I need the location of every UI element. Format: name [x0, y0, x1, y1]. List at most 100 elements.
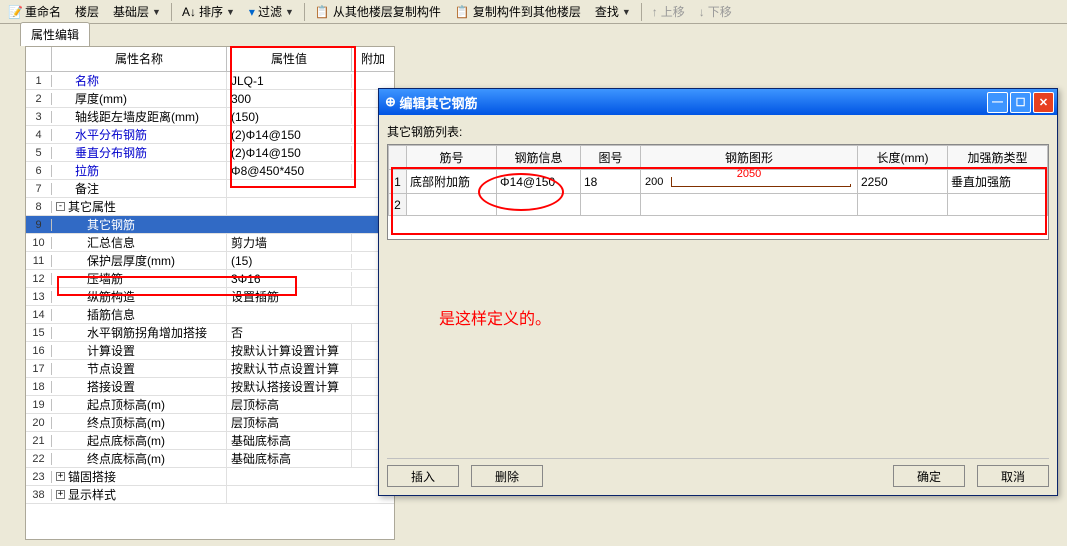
property-value[interactable]: 基础底标高 [227, 432, 352, 449]
filter-button[interactable]: ▾过滤▼ [245, 1, 298, 22]
property-value[interactable]: 否 [227, 324, 352, 341]
ok-button[interactable]: 确定 [893, 465, 965, 487]
property-row-17[interactable]: 17节点设置按默认节点设置计算 [26, 360, 394, 378]
filter-label: 过滤 [258, 3, 282, 20]
expand-icon[interactable]: + [56, 472, 65, 481]
property-value[interactable]: 设置插筋 [227, 288, 352, 305]
property-value[interactable]: 层顶标高 [227, 414, 352, 431]
grid-header-row: 筋号 钢筋信息 图号 钢筋图形 长度(mm) 加强筋类型 [389, 146, 1048, 170]
property-row-21[interactable]: 21起点底标高(m)基础底标高 [26, 432, 394, 450]
delete-button[interactable]: 删除 [471, 465, 543, 487]
tab-property-edit[interactable]: 属性编辑 [20, 22, 90, 46]
grid-row-1[interactable]: 1 底部附加筋 Φ14@150 18 200 2050 2250 垂直加强筋 [389, 170, 1048, 194]
property-row-12[interactable]: 12压墙筋3Φ16 [26, 270, 394, 288]
property-row-9[interactable]: 9其它钢筋 [26, 216, 394, 234]
row-number: 6 [26, 165, 52, 177]
property-row-18[interactable]: 18搭接设置按默认搭接设置计算 [26, 378, 394, 396]
property-value[interactable]: (150) [227, 110, 352, 124]
property-row-14[interactable]: 14插筋信息 [26, 306, 394, 324]
property-name: 压墙筋 [52, 270, 227, 287]
property-row-3[interactable]: 3轴线距左墙皮距离(mm)(150) [26, 108, 394, 126]
property-value[interactable]: JLQ-1 [227, 74, 352, 88]
sort-button[interactable]: A↓排序▼ [178, 1, 239, 22]
sort-icon: A↓ [182, 5, 196, 19]
property-row-38[interactable]: 38+ 显示样式 [26, 486, 394, 504]
property-row-20[interactable]: 20终点顶标高(m)层顶标高 [26, 414, 394, 432]
col-length: 长度(mm) [858, 146, 948, 170]
cancel-button[interactable]: 取消 [977, 465, 1049, 487]
property-row-13[interactable]: 13纵筋构造设置插筋 [26, 288, 394, 306]
property-value[interactable]: 按默认搭接设置计算 [227, 378, 352, 395]
property-row-1[interactable]: 1名称JLQ-1 [26, 72, 394, 90]
row-number: 3 [26, 111, 52, 123]
property-value[interactable]: (15) [227, 254, 352, 268]
property-row-23[interactable]: 23+ 锚固搭接 [26, 468, 394, 486]
grid-row-2[interactable]: 2 [389, 194, 1048, 216]
property-row-15[interactable]: 15水平钢筋拐角增加搭接否 [26, 324, 394, 342]
property-row-4[interactable]: 4水平分布钢筋(2)Φ14@150 [26, 126, 394, 144]
property-value[interactable]: 按默认节点设置计算 [227, 360, 352, 377]
separator [304, 3, 305, 21]
rename-label: 重命名 [25, 3, 61, 20]
property-row-16[interactable]: 16计算设置按默认计算设置计算 [26, 342, 394, 360]
property-row-10[interactable]: 10汇总信息剪力墙 [26, 234, 394, 252]
main-toolbar: 📝重命名 楼层 基础层▼ A↓排序▼ ▾过滤▼ 📋从其他楼层复制构件 📋复制构件… [0, 0, 1067, 24]
row-number: 23 [26, 471, 52, 483]
row-number: 12 [26, 273, 52, 285]
property-value[interactable]: 3Φ16 [227, 272, 352, 286]
property-row-5[interactable]: 5垂直分布钢筋(2)Φ14@150 [26, 144, 394, 162]
copyfrom-label: 从其他楼层复制构件 [333, 3, 441, 20]
property-name: - 其它属性 [52, 198, 227, 215]
copyto-button[interactable]: 📋复制构件到其他楼层 [451, 1, 585, 22]
copyfrom-button[interactable]: 📋从其他楼层复制构件 [311, 1, 445, 22]
property-value[interactable]: 基础底标高 [227, 450, 352, 467]
property-value[interactable]: 剪力墙 [227, 234, 352, 251]
cell-type[interactable]: 垂直加强筋 [948, 170, 1048, 194]
cell-diagno[interactable]: 18 [581, 170, 641, 194]
copy-to-icon: 📋 [455, 5, 470, 19]
tab-strip: 属性编辑 [0, 24, 1067, 46]
property-value[interactable]: 按默认计算设置计算 [227, 342, 352, 359]
property-value[interactable]: (2)Φ14@150 [227, 128, 352, 142]
rebar-grid[interactable]: 筋号 钢筋信息 图号 钢筋图形 长度(mm) 加强筋类型 1 底部附加筋 Φ14… [387, 144, 1049, 240]
floor-button[interactable]: 楼层 [71, 1, 103, 22]
property-row-19[interactable]: 19起点顶标高(m)层顶标高 [26, 396, 394, 414]
minimize-button[interactable]: — [987, 92, 1008, 113]
row-number: 4 [26, 129, 52, 141]
property-row-11[interactable]: 11保护层厚度(mm)(15) [26, 252, 394, 270]
rename-button[interactable]: 📝重命名 [4, 1, 65, 22]
insert-button[interactable]: 插入 [387, 465, 459, 487]
property-row-8[interactable]: 8- 其它属性 [26, 198, 394, 216]
property-value[interactable]: 300 [227, 92, 352, 106]
tab-label: 属性编辑 [31, 28, 79, 42]
property-name: 起点顶标高(m) [52, 396, 227, 413]
expand-icon[interactable]: + [56, 490, 65, 499]
property-name: + 锚固搭接 [52, 468, 227, 485]
property-row-7[interactable]: 7备注 [26, 180, 394, 198]
copy-from-icon: 📋 [315, 5, 330, 19]
close-button[interactable]: ✕ [1033, 92, 1054, 113]
property-row-2[interactable]: 2厚度(mm)300 [26, 90, 394, 108]
dialog-title: 编辑其它钢筋 [400, 93, 478, 112]
cell-shape[interactable]: 200 2050 [641, 170, 858, 194]
property-value[interactable]: 层顶标高 [227, 396, 352, 413]
moveup-label: 上移 [661, 3, 685, 20]
property-value[interactable]: (2)Φ14@150 [227, 146, 352, 160]
property-name: 拉筋 [52, 162, 227, 179]
movedown-button[interactable]: ↓下移 [695, 1, 736, 22]
cell-no[interactable]: 底部附加筋 [407, 170, 497, 194]
cell-info[interactable]: Φ14@150 [497, 170, 581, 194]
maximize-button[interactable]: ☐ [1010, 92, 1031, 113]
property-row-22[interactable]: 22终点底标高(m)基础底标高 [26, 450, 394, 468]
basefloor-dropdown[interactable]: 基础层▼ [109, 1, 165, 22]
find-button[interactable]: 查找▼ [591, 1, 635, 22]
property-row-6[interactable]: 6拉筋Φ8@450*450 [26, 162, 394, 180]
chevron-down-icon: ▼ [152, 7, 161, 17]
property-value[interactable]: Φ8@450*450 [227, 164, 352, 178]
moveup-button[interactable]: ↑上移 [648, 1, 689, 22]
property-header: 属性名称 属性值 附加 [26, 47, 394, 72]
cell-length[interactable]: 2250 [858, 170, 948, 194]
collapse-icon[interactable]: - [56, 202, 65, 211]
row-number: 19 [26, 399, 52, 411]
dialog-titlebar[interactable]: ⊕ 编辑其它钢筋 — ☐ ✕ [379, 89, 1057, 115]
